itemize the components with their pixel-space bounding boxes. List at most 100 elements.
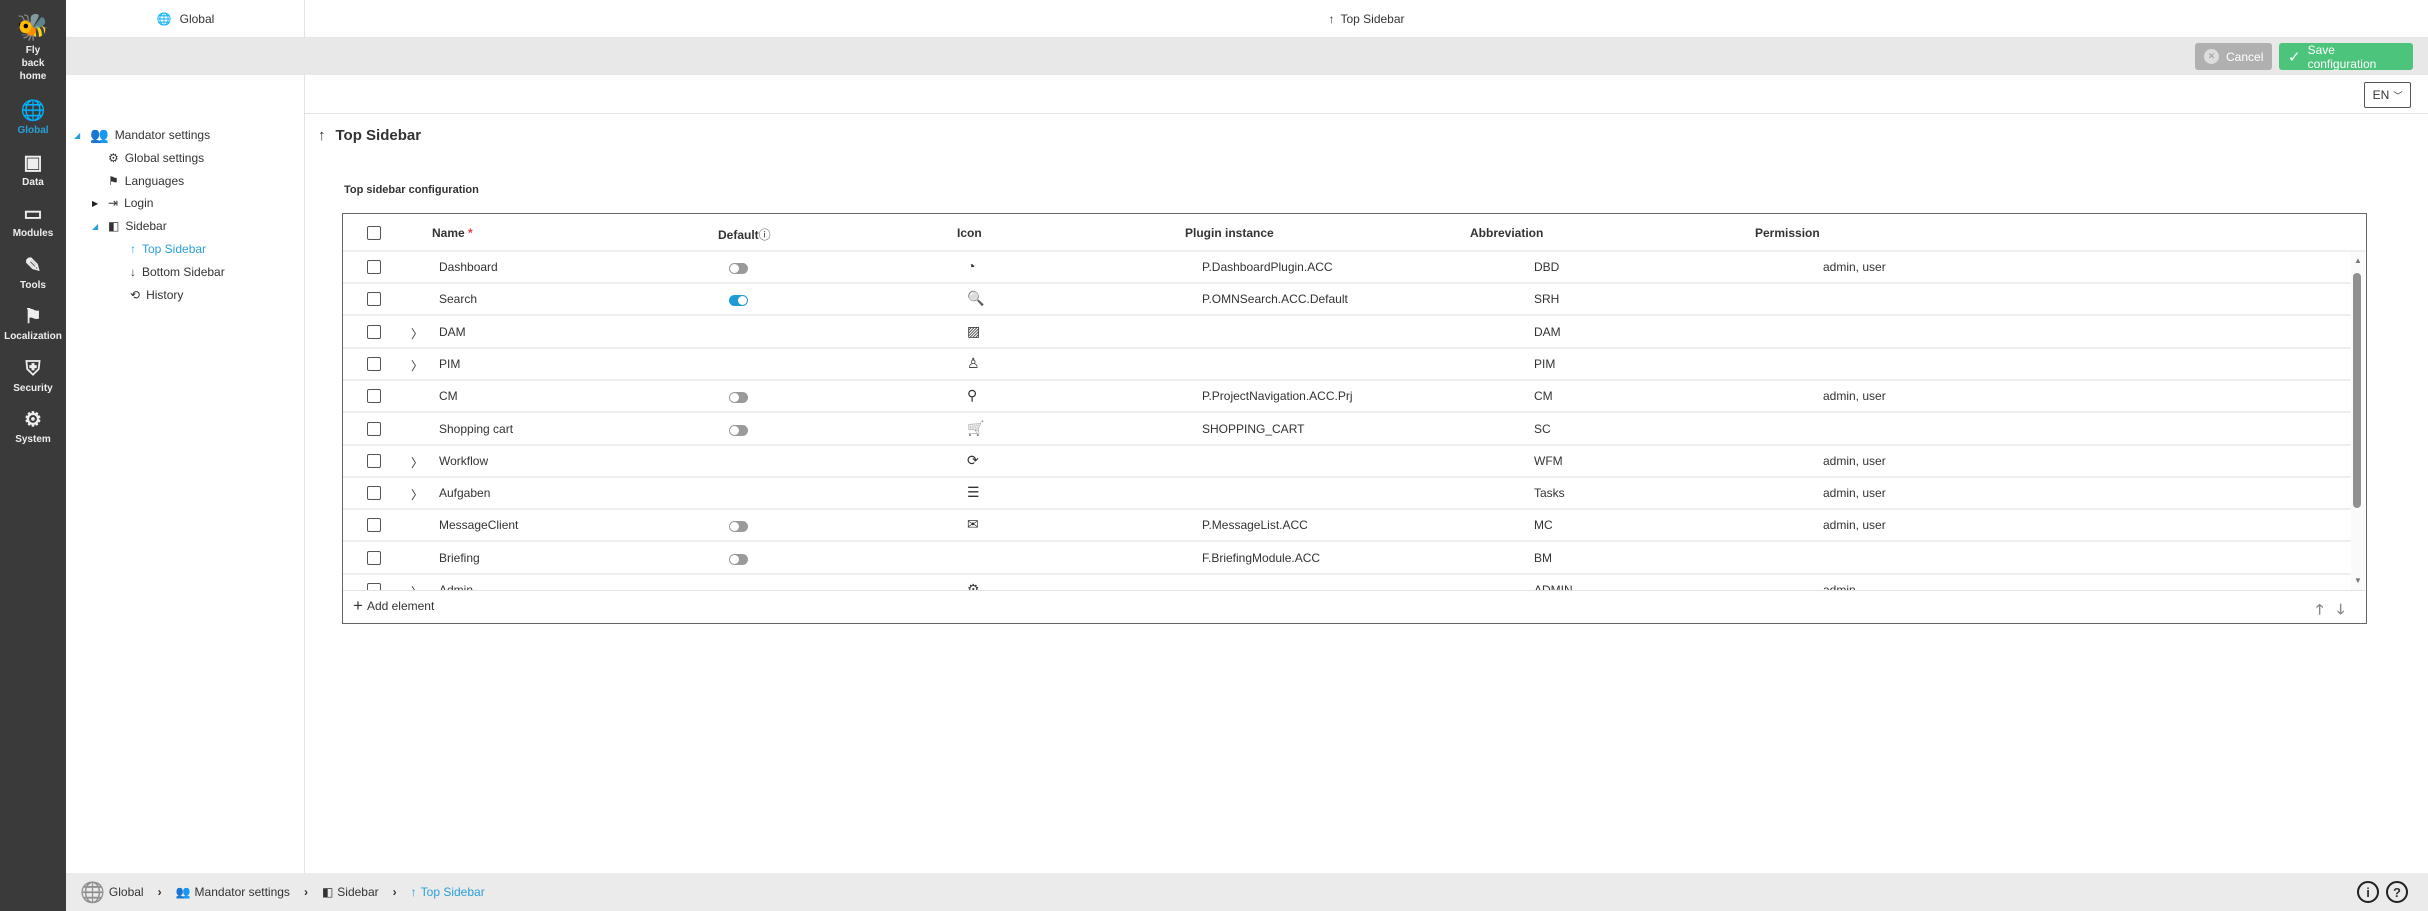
fly-back-home-button[interactable]: 🐝 Fly back home [0,12,66,83]
breadcrumb-sidebar[interactable]: ◧ Sidebar [322,885,379,899]
row-checkbox[interactable] [367,550,381,565]
table-row[interactable]: 〉 Aufgaben ☰ Tasks admin, user [343,478,2353,511]
row-checkbox[interactable] [367,389,381,404]
tree-header-label: Global [179,11,215,26]
nav-item-label: Security [13,382,53,394]
row-checkbox[interactable] [367,518,381,533]
row-permission: admin [1823,583,1856,590]
table-row[interactable]: 〉 PIM ♙ PIM [343,349,2353,381]
tree-item-bottom-sidebar[interactable]: ↓ Bottom Sidebar [114,262,225,282]
tree-item-login[interactable]: ▶ ⇥ Login [92,193,153,213]
default-toggle[interactable] [729,263,748,274]
nav-item-global[interactable]: 🌐 Global [0,100,66,137]
chevron-down-icon: ﹀ [2393,90,2403,101]
row-checkbox[interactable] [367,421,381,436]
save-configuration-button[interactable]: ✓ Save configuration [2279,43,2413,71]
cancel-button[interactable]: ✕ Cancel [2195,43,2273,70]
scroll-down-icon[interactable]: ▼ [2354,576,2362,585]
nav-item-system[interactable]: ⚙ System [0,409,66,446]
default-toggle[interactable] [729,521,748,533]
dashboard-gauge-icon: ◔ [967,258,976,274]
language-select[interactable]: EN ﹀ [2364,82,2411,108]
tree-item-global-settings[interactable]: ⚙ Global settings [92,148,204,168]
search-icon: 🔍 [967,290,985,307]
chevron-right-icon[interactable]: 〉 [411,325,423,342]
nav-item-modules[interactable]: ▭ Modules [0,203,66,240]
column-abbreviation[interactable]: Abbreviation [1470,226,1543,240]
tree-item-languages[interactable]: ⚑ Languages [92,171,184,191]
table-row[interactable]: Dashboard ◔ P.DashboardPlugin.ACC DBD admin,… [343,252,2353,284]
language-value: EN [2372,88,2390,102]
info-icon[interactable]: i [2357,881,2379,903]
table-row[interactable]: Briefing F.BriefingModule.ACC BM [343,543,2353,575]
tree-item-label: Global settings [124,150,205,165]
nav-item-data[interactable]: ▣ Data [0,152,66,189]
column-plugin-instance[interactable]: Plugin instance [1185,226,1274,240]
table-row[interactable]: Search 🔍 P.OMNSearch.ACC.Default SRH [343,284,2353,317]
config-table: Name * Defaultⓘ Icon Plugin instance Abb… [342,213,2367,624]
page-title: ↑ Top Sidebar [318,127,421,144]
row-checkbox[interactable] [367,292,381,307]
table-row[interactable]: MessageClient ✉ P.MessageList.ACC MC admin, … [343,510,2353,543]
collapse-icon[interactable]: ◢ [74,131,84,140]
info-icon[interactable]: ⓘ [759,228,771,242]
default-toggle[interactable] [729,392,748,404]
nav-item-security[interactable]: ⛨ Security [0,358,66,395]
tree-item-sidebar[interactable]: ◢ ◧ Sidebar [92,216,167,236]
scroll-up-icon[interactable]: ▲ [2354,256,2362,265]
row-checkbox[interactable] [367,356,381,371]
row-name: MessageClient [439,518,519,533]
cart-icon: 🛒 [967,419,985,436]
row-checkbox[interactable] [367,583,381,590]
table-row[interactable]: 〉 Workflow ⟳ WFM admin, user [343,446,2353,478]
row-abbreviation: DAM [1534,324,1561,339]
help-icon[interactable]: ? [2386,881,2408,903]
scrollbar[interactable]: ▲ ▼ [2351,252,2365,590]
row-plugin-instance: P.OMNSearch.ACC.Default [1202,292,1348,307]
collapse-icon[interactable]: ◢ [92,222,102,231]
default-toggle[interactable] [729,424,748,436]
chevron-right-icon[interactable]: 〉 [411,357,423,374]
chevron-right-icon[interactable]: 〉 [411,583,423,590]
move-up-icon[interactable]: 🡑 [2316,599,2323,623]
breadcrumb-mandator-settings[interactable]: 👥 Mandator settings [176,885,290,899]
flag-icon: ⚑ [108,173,119,188]
nav-item-localization[interactable]: ⚑ Localization [0,306,66,343]
nav-item-tools[interactable]: ✎ Tools [0,255,66,292]
tree-panel: 🌐 Global ◢ 👥 Mandator settings ⚙ Global sett… [66,0,305,873]
select-all-checkbox[interactable] [367,226,381,240]
chevron-right-icon[interactable]: 〉 [411,454,423,471]
row-name: Aufgaben [439,486,491,501]
row-checkbox[interactable] [367,260,381,274]
tree-item-top-sidebar[interactable]: ↑ Top Sidebar [114,239,206,259]
column-default[interactable]: Defaultⓘ [718,226,771,243]
column-icon[interactable]: Icon [957,226,982,240]
column-name[interactable]: Name * [432,226,473,240]
window-icon: ▭ [23,203,43,225]
row-checkbox[interactable] [367,453,381,468]
table-body: Dashboard ◔ P.DashboardPlugin.ACC DBD admin,… [343,252,2353,590]
chevron-right-icon[interactable]: 〉 [411,486,423,503]
gear-icon: ⚙ [967,581,980,590]
tree-item-label: Login [124,196,154,211]
row-checkbox[interactable] [367,486,381,501]
table-row[interactable]: Shopping cart 🛒 SHOPPING_CART SC [343,414,2353,446]
move-down-icon[interactable]: 🡓 [2337,599,2344,623]
default-toggle[interactable] [729,295,748,307]
table-row[interactable]: 〉 DAM ▨ DAM [343,317,2353,349]
row-checkbox[interactable] [367,324,381,339]
breadcrumb-global[interactable]: 🌐 Global [80,880,144,905]
tree-item-history[interactable]: ⟲ History [114,285,183,305]
tree-item-mandator-settings[interactable]: ◢ 👥 Mandator settings [74,125,210,145]
breadcrumb-label: Top Sidebar [420,885,485,899]
nav-item-label: Tools [20,279,46,291]
table-row[interactable]: CM ⚲ P.ProjectNavigation.ACC.Prj CM admin, u… [343,381,2353,414]
required-marker: * [468,226,473,240]
expand-icon[interactable]: ▶ [92,199,102,208]
breadcrumb-top-sidebar[interactable]: ↑ Top Sidebar [411,885,485,899]
column-permission[interactable]: Permission [1755,226,1820,240]
default-toggle[interactable] [729,553,748,565]
add-element-button[interactable]: + Add element [353,597,434,614]
table-row[interactable]: 〉 Admin ⚙ ADMIN admin [343,575,2353,590]
scrollbar-thumb[interactable] [2353,273,2361,508]
